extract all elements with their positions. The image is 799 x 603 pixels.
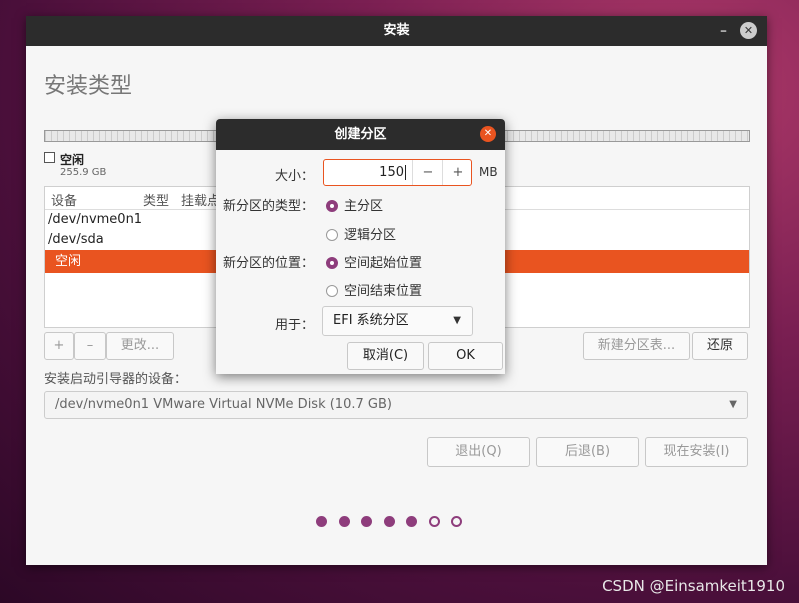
revert-button[interactable]: 还原 <box>692 332 748 360</box>
window-title: 安装 <box>383 23 410 38</box>
radio-logical[interactable]: 逻辑分区 <box>326 224 396 243</box>
size-unit: MB <box>479 165 498 179</box>
radio-unchecked-icon <box>326 285 338 297</box>
legend-name: 空闲 <box>60 153 85 167</box>
text-caret <box>405 165 406 180</box>
radio-location-start[interactable]: 空间起始位置 <box>326 252 422 271</box>
dialog-titlebar: 创建分区 ✕ <box>216 119 505 150</box>
close-icon[interactable]: ✕ <box>740 22 757 39</box>
partition-type-label: 新分区的类型： <box>222 199 314 214</box>
install-now-button[interactable]: 现在安装(I) <box>645 437 748 467</box>
radio-checked-icon <box>326 257 338 269</box>
radio-primary[interactable]: 主分区 <box>326 195 383 214</box>
progress-dot <box>383 516 395 527</box>
radio-primary-label: 主分区 <box>344 199 384 214</box>
boot-device-select[interactable]: /dev/nvme0n1 VMware Virtual NVMe Disk (1… <box>44 391 748 419</box>
decrease-size-button[interactable]: − <box>412 160 443 185</box>
progress-dot <box>428 516 440 527</box>
progress-dot <box>338 516 350 527</box>
ok-button[interactable]: OK <box>428 342 503 370</box>
chevron-down-icon: ▼ <box>729 399 737 410</box>
dialog-close-icon[interactable]: ✕ <box>480 126 496 142</box>
window-titlebar: 安装 – ✕ <box>26 16 767 46</box>
remove-partition-button[interactable]: – <box>74 332 106 360</box>
increase-size-button[interactable]: + <box>442 160 473 185</box>
column-header-type[interactable]: 类型 <box>143 190 169 209</box>
size-input[interactable]: 150 <box>324 160 404 185</box>
partition-location-label: 新分区的位置： <box>222 256 314 271</box>
progress-dot <box>406 516 417 527</box>
progress-dot <box>361 516 372 527</box>
use-as-label: 用于： <box>274 318 314 333</box>
radio-location-start-label: 空间起始位置 <box>344 256 423 271</box>
progress-dots <box>316 516 474 531</box>
boot-device-label: 安装启动引导器的设备： <box>44 372 188 387</box>
size-stepper[interactable]: 150 − + <box>323 159 472 186</box>
progress-dot <box>451 516 462 527</box>
use-as-select[interactable]: EFI 系统分区 ▼ <box>322 306 473 336</box>
radio-location-end[interactable]: 空间结束位置 <box>326 280 422 299</box>
radio-unchecked-icon <box>326 229 338 241</box>
radio-checked-icon <box>326 200 338 212</box>
watermark: CSDN @Einsamkeit1910 <box>602 577 785 595</box>
back-button[interactable]: 后退(B) <box>536 437 639 467</box>
size-label: 大小： <box>274 169 314 184</box>
new-partition-table-button[interactable]: 新建分区表... <box>583 332 690 360</box>
column-header-mount[interactable]: 挂载点 <box>181 190 220 209</box>
progress-dot <box>316 516 327 527</box>
minimize-icon[interactable]: – <box>720 16 727 46</box>
use-as-value: EFI 系统分区 <box>333 313 409 328</box>
radio-logical-label: 逻辑分区 <box>344 228 397 243</box>
page-title: 安装类型 <box>44 74 133 99</box>
change-partition-button[interactable]: 更改... <box>106 332 174 360</box>
free-space-legend-icon <box>44 152 55 163</box>
radio-location-end-label: 空间结束位置 <box>344 284 423 299</box>
boot-device-value: /dev/nvme0n1 VMware Virtual NVMe Disk (1… <box>55 397 392 412</box>
chevron-down-icon: ▼ <box>453 315 461 326</box>
legend-size: 255.9 GB <box>60 167 107 178</box>
dialog-title: 创建分区 <box>334 127 387 142</box>
quit-button[interactable]: 退出(Q) <box>427 437 530 467</box>
create-partition-dialog: 创建分区 ✕ 大小： 150 − + MB 新分区的类型： 主分区 逻辑分区 新… <box>216 119 505 374</box>
add-partition-button[interactable]: + <box>44 332 74 360</box>
column-header-device[interactable]: 设备 <box>51 190 77 209</box>
cancel-button[interactable]: 取消(C) <box>347 342 424 370</box>
